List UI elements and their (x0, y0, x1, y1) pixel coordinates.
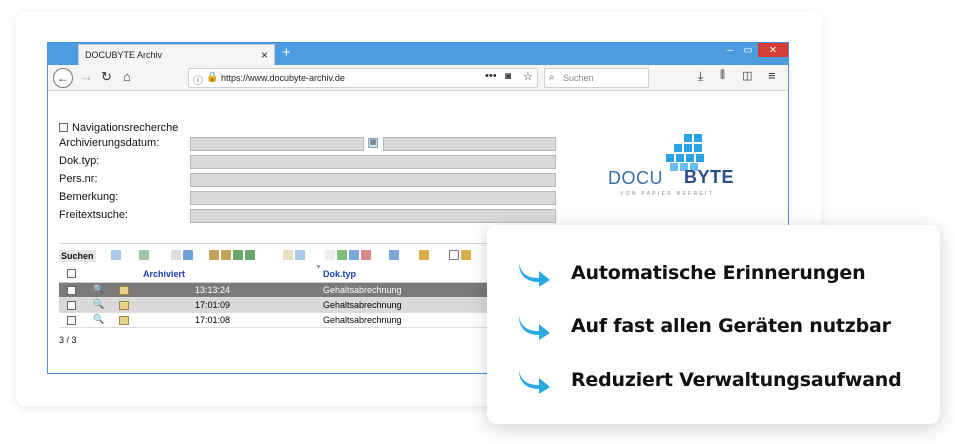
grid-icon[interactable] (139, 250, 149, 260)
feature-text: Automatische Erinnerungen (571, 262, 866, 284)
document-icon[interactable] (119, 301, 129, 310)
maximize-icon[interactable]: ▭ (740, 43, 756, 57)
home-icon[interactable]: ⌂ (123, 69, 131, 84)
preview-icon[interactable]: 🔍 (93, 299, 104, 310)
feature-item: Reduziert Verwaltungsaufwand (517, 366, 902, 394)
column-archived[interactable]: Archiviert (143, 269, 185, 279)
result-count: 3 / 3 (59, 335, 77, 345)
minimize-icon[interactable]: – (722, 43, 738, 57)
library-icon[interactable]: ⫼ (720, 69, 725, 82)
refresh-doc-icon[interactable] (337, 250, 347, 260)
sidebar-icon[interactable]: ◫ (742, 69, 752, 82)
print-icon[interactable] (349, 250, 359, 260)
table-view-icon[interactable] (111, 250, 121, 260)
reload-icon[interactable]: ↻ (101, 69, 112, 85)
lock-icon: 🔒 (206, 72, 219, 83)
url-bar[interactable]: ⓘ 🔒 https://www.docubyte-archiv.de ••• ◙… (188, 68, 538, 88)
link-icon[interactable] (295, 250, 305, 260)
select-all-icon[interactable] (449, 250, 459, 260)
features-card: Automatische Erinnerungen Auf fast allen… (487, 225, 940, 424)
checkbox[interactable] (59, 123, 68, 132)
forward-icon[interactable]: → (80, 69, 93, 84)
mail-icon[interactable] (245, 250, 255, 260)
tab-title: DOCUBYTE Archiv (85, 50, 163, 60)
sort-icon[interactable]: ▼ (315, 264, 322, 271)
search-placeholder: Suchen (563, 73, 594, 83)
stage: DOCUBYTE Archiv × + – ▭ ✕ ← → ↻ ⌂ ⓘ 🔒 ht… (0, 0, 955, 444)
archived-time: 13:13:24 (195, 285, 231, 295)
close-window-icon[interactable]: ✕ (758, 43, 788, 57)
document-icon[interactable] (119, 286, 129, 295)
archive-date-from-field[interactable] (190, 137, 364, 151)
notes-icon[interactable] (389, 250, 399, 260)
nav-check-label: Navigationsrecherche (72, 122, 179, 134)
page-actions-icon[interactable]: ••• (485, 70, 497, 82)
archived-time: 17:01:09 (195, 300, 231, 310)
feature-item: Auf fast allen Geräten nutzbar (517, 312, 891, 340)
archived-time: 17:01:08 (195, 315, 231, 325)
arrow-icon (519, 316, 550, 340)
label-fulltext: Freitextsuche: (59, 209, 129, 221)
doc-type: Gehaltsabrechnung (323, 315, 402, 325)
select-all-checkbox[interactable] (67, 269, 76, 278)
save-icon[interactable] (183, 250, 193, 260)
arrow-icon (519, 263, 550, 287)
label-archive-date: Archivierungsdatum: (59, 137, 160, 149)
fulltext-field[interactable] (190, 209, 556, 223)
browser-navbar: ← → ↻ ⌂ ⓘ 🔒 https://www.docubyte-archiv.… (48, 65, 788, 91)
feature-text: Auf fast allen Geräten nutzbar (571, 315, 891, 337)
logo-byte: BYTE (684, 167, 735, 187)
feature-item: Automatische Erinnerungen (517, 259, 866, 287)
label-remark: Bemerkung: (59, 191, 119, 203)
preview-icon[interactable]: 🔍 (93, 314, 104, 325)
info-icon[interactable]: ⓘ (193, 72, 203, 87)
search-button[interactable]: Suchen (59, 250, 96, 262)
pers-nr-field[interactable] (190, 173, 556, 187)
archive-date-to-field[interactable] (383, 137, 556, 151)
logo-grid-mark (666, 134, 710, 171)
search-input[interactable]: ⌕ Suchen (544, 68, 649, 88)
pocket-icon[interactable]: ◙ (505, 71, 511, 82)
remark-field[interactable] (190, 191, 556, 205)
docubyte-logo: DOCU BYTE VON PAPIER BEFREIT (606, 134, 746, 204)
preview-icon[interactable]: 🔍 (93, 284, 104, 295)
column-doctype[interactable]: Dok.typ (323, 269, 356, 279)
navigation-search-checkbox[interactable]: Navigationsrecherche (59, 122, 178, 134)
tab-close-button[interactable]: × (261, 48, 268, 62)
bookmark-star-icon[interactable]: ☆ (523, 70, 533, 83)
menu-icon[interactable]: ≡ (768, 68, 776, 83)
label-pers-nr: Pers.nr: (59, 173, 98, 185)
browser-tab[interactable]: DOCUBYTE Archiv × (78, 44, 275, 65)
settings-icon[interactable] (419, 250, 429, 260)
comment-icon[interactable] (283, 250, 293, 260)
back-icon[interactable]: ← (53, 68, 73, 88)
url-text[interactable]: https://www.docubyte-archiv.de (221, 73, 345, 83)
browser-titlebar: DOCUBYTE Archiv × + – ▭ ✕ (48, 43, 788, 65)
stamp-alt-icon[interactable] (221, 250, 231, 260)
logo-tagline: VON PAPIER BEFREIT (620, 191, 715, 197)
new-doc-icon[interactable] (325, 250, 335, 260)
download-icon[interactable]: ⤓ (698, 69, 703, 84)
row-checkbox[interactable] (67, 301, 76, 310)
window-controls: – ▭ ✕ (720, 43, 788, 65)
arrow-icon (519, 370, 550, 394)
folder-icon[interactable] (461, 250, 471, 260)
calendar-icon[interactable]: ▦ (368, 138, 378, 148)
label-doc-type: Dok.typ: (59, 155, 100, 167)
row-checkbox[interactable] (67, 316, 76, 325)
doc-type-field[interactable] (190, 155, 556, 169)
delete-icon[interactable] (361, 250, 371, 260)
search-icon: ⌕ (549, 72, 555, 83)
new-tab-button[interactable]: + (282, 44, 291, 61)
export-icon[interactable] (233, 250, 243, 260)
logo-docu: DOCU (608, 168, 663, 188)
doc-type: Gehaltsabrechnung (323, 285, 402, 295)
copy-icon[interactable] (171, 250, 181, 260)
doc-type: Gehaltsabrechnung (323, 300, 402, 310)
stamp-icon[interactable] (209, 250, 219, 260)
feature-text: Reduziert Verwaltungsaufwand (571, 369, 902, 391)
row-checkbox[interactable] (67, 286, 76, 295)
document-icon[interactable] (119, 316, 129, 325)
